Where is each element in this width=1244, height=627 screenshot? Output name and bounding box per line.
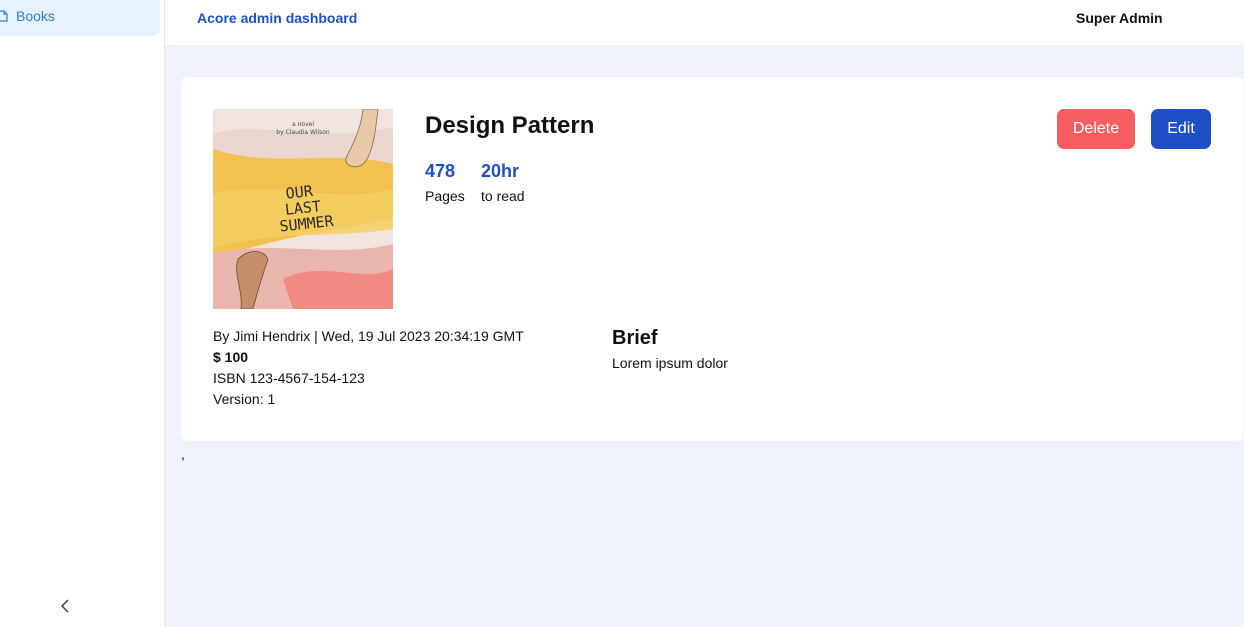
byline: By Jimi Hendrix | Wed, 19 Jul 2023 20:34… xyxy=(213,328,524,344)
book-title: Design Pattern xyxy=(425,112,595,139)
read-time-value: 20hr xyxy=(481,161,520,181)
brief-text: Lorem ipsum dolor xyxy=(612,355,728,371)
book-detail-card: a novel by Claudia Wilson OUR LAST SUMME… xyxy=(181,77,1243,441)
file-icon xyxy=(0,10,8,22)
book-cover-image: a novel by Claudia Wilson OUR LAST SUMME… xyxy=(213,109,393,309)
brief-heading: Brief xyxy=(612,327,658,349)
chevron-left-icon xyxy=(61,599,69,613)
user-name[interactable]: Super Admin xyxy=(1076,10,1163,26)
read-time-caption: to read xyxy=(481,188,525,204)
isbn: ISBN 123-4567-154-123 xyxy=(213,370,365,386)
collapse-sidebar-button[interactable] xyxy=(56,597,74,615)
version: Version: 1 xyxy=(213,391,276,407)
cover-top-text-2: by Claudia Wilson xyxy=(276,129,330,136)
top-header: Acore admin dashboard Super Admin xyxy=(165,0,1244,45)
sidebar-item-label: Books xyxy=(16,8,55,24)
sidebar-item-books[interactable]: Books xyxy=(0,0,160,36)
price: $ 100 xyxy=(213,349,249,365)
delete-button[interactable]: Delete xyxy=(1057,109,1135,149)
pages-stat: 478 Pages xyxy=(425,161,465,204)
pages-caption: Pages xyxy=(425,188,465,204)
cover-top-text-1: a novel xyxy=(292,121,314,128)
book-metadata: By Jimi Hendrix | Wed, 19 Jul 2023 20:34… xyxy=(213,326,524,410)
app-title[interactable]: Acore admin dashboard xyxy=(197,10,357,26)
edit-button[interactable]: Edit xyxy=(1151,109,1211,149)
sidebar: Books xyxy=(0,0,165,627)
pages-value: 478 xyxy=(425,161,456,181)
stray-text: , xyxy=(181,446,185,462)
read-time-stat: 20hr to read xyxy=(481,161,525,204)
